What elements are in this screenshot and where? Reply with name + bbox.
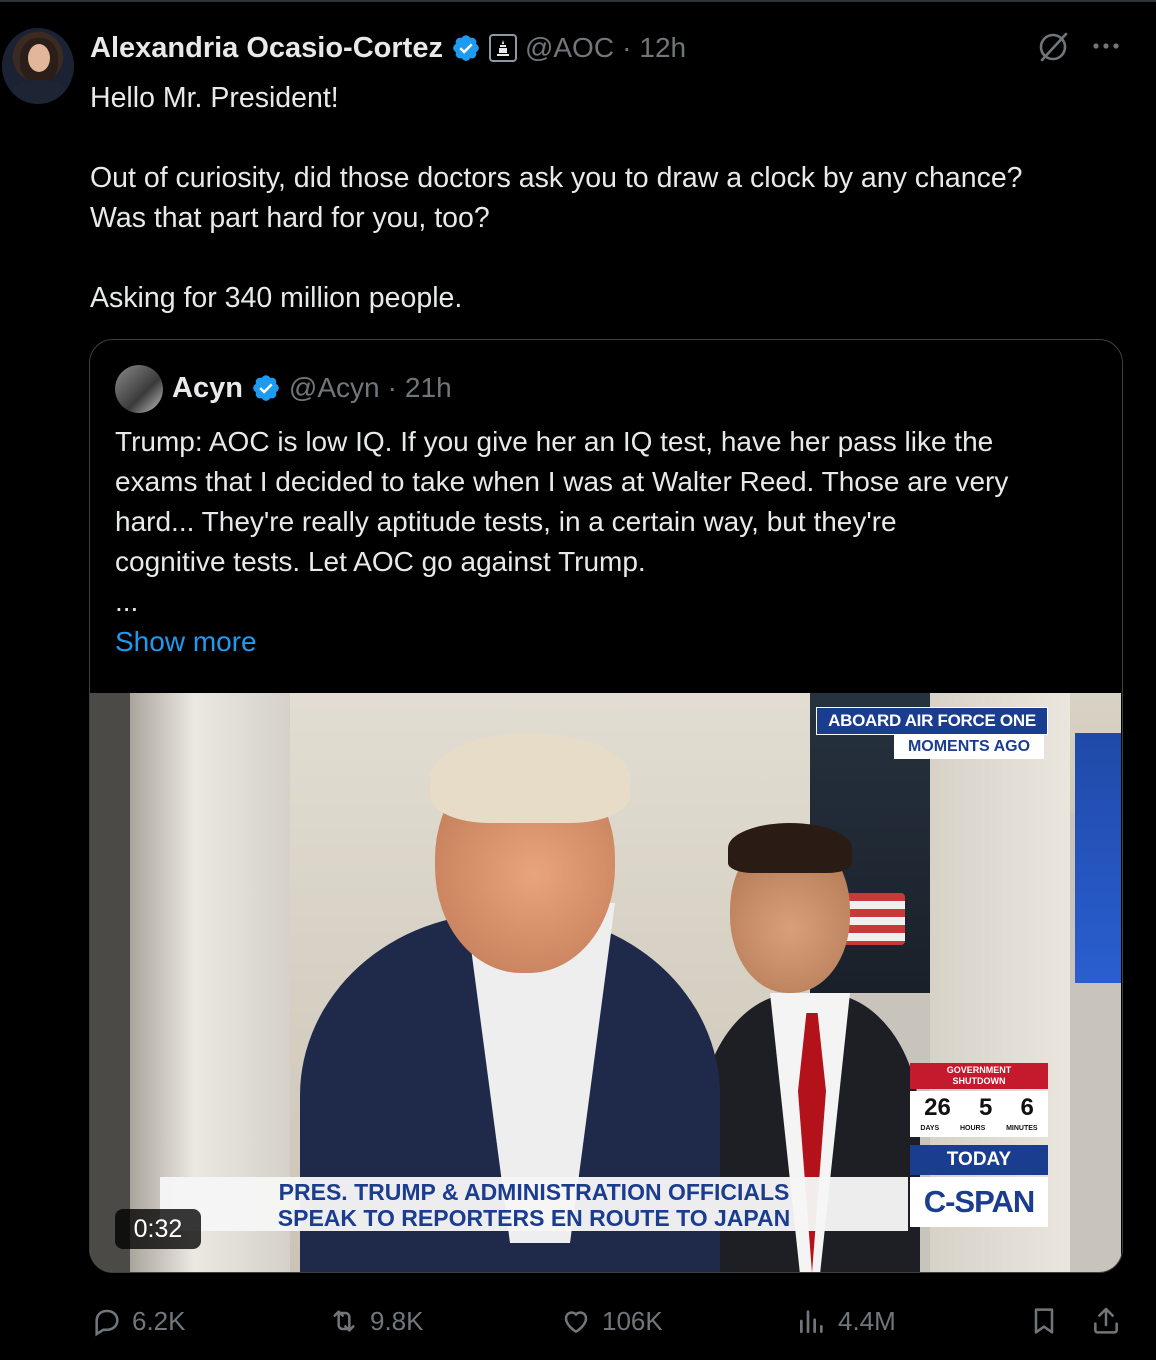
quoted-text-line: exams that I decided to take when I was … bbox=[115, 466, 1009, 497]
lower-third-line: SPEAK TO REPORTERS EN ROUTE TO JAPAN bbox=[277, 1205, 791, 1231]
post-text-line: Out of curiosity, did those doctors ask … bbox=[90, 162, 1023, 194]
more-icon[interactable] bbox=[1088, 34, 1124, 58]
action-bar: 6.2K 9.8K 106K 4.4M bbox=[0, 1296, 1156, 1346]
quoted-post[interactable]: Acyn @Acyn · 21h Trump: AOC is low IQ. I… bbox=[89, 339, 1123, 1273]
views-button[interactable]: 4.4M bbox=[796, 1296, 896, 1346]
reply-icon bbox=[95, 1309, 119, 1337]
shutdown-label: GOVERNMENT SHUTDOWN bbox=[910, 1063, 1048, 1089]
quoted-text-ellipsis: ... bbox=[115, 586, 139, 617]
repost-button[interactable]: 9.8K bbox=[328, 1296, 424, 1346]
bookmark-icon bbox=[1034, 1308, 1054, 1334]
post-text-line: Was that part hard for you, too? bbox=[90, 202, 490, 234]
today-label: TODAY bbox=[910, 1145, 1048, 1175]
quoted-post-header: Acyn @Acyn · 21h bbox=[172, 366, 452, 410]
shutdown-hours: 5 bbox=[978, 1094, 993, 1121]
shutdown-minutes: 6 bbox=[1020, 1094, 1034, 1121]
lower-third-line: PRES. TRUMP & ADMINISTRATION OFFICIALS bbox=[278, 1179, 790, 1205]
top-divider bbox=[0, 0, 1156, 2]
like-count: 106K bbox=[602, 1305, 663, 1336]
separator-dot: · bbox=[387, 372, 397, 403]
shutdown-label-line: GOVERNMENT bbox=[946, 1065, 1012, 1075]
quoted-post-text: Trump: AOC is low IQ. If you give her an… bbox=[115, 422, 1105, 622]
quoted-text-line: Trump: AOC is low IQ. If you give her an… bbox=[115, 426, 994, 457]
video-duration: 0:32 bbox=[115, 1209, 201, 1249]
capitol-badge-icon bbox=[488, 34, 517, 62]
like-button[interactable]: 106K bbox=[560, 1296, 663, 1346]
verified-badge-icon bbox=[253, 375, 279, 401]
minutes-label: MINUTES bbox=[1006, 1125, 1038, 1132]
repost-icon bbox=[333, 1310, 355, 1332]
chyron-location: ABOARD AIR FORCE ONE bbox=[816, 707, 1048, 735]
quoted-author-name[interactable]: Acyn bbox=[172, 372, 243, 405]
author-handle[interactable]: @AOC bbox=[525, 32, 614, 64]
views-icon bbox=[800, 1310, 823, 1333]
days-label: DAYS bbox=[920, 1125, 940, 1132]
grok-icon[interactable] bbox=[1036, 30, 1070, 64]
post-text-line: Asking for 340 million people. bbox=[90, 282, 463, 314]
verified-badge-icon bbox=[453, 35, 479, 61]
reply-button[interactable]: 6.2K bbox=[90, 1296, 186, 1346]
video-player[interactable]: ABOARD AIR FORCE ONE MOMENTS AGO GOVERNM… bbox=[90, 693, 1121, 1272]
network-logo: C-SPAN bbox=[910, 1177, 1048, 1227]
quoted-post-time[interactable]: 21h bbox=[405, 372, 452, 404]
repost-count: 9.8K bbox=[370, 1305, 424, 1336]
views-count: 4.4M bbox=[838, 1305, 896, 1336]
post-header: Alexandria Ocasio-Cortez @AOC · 12h bbox=[90, 26, 686, 70]
quoted-author-handle[interactable]: @Acyn bbox=[289, 372, 380, 404]
shutdown-days: 26 bbox=[924, 1094, 951, 1121]
post-text: Hello Mr. President! Out of curiosity, d… bbox=[90, 78, 1130, 318]
quoted-text-line: hard... They're really aptitude tests, i… bbox=[115, 506, 897, 537]
hours-label: HOURS bbox=[960, 1125, 986, 1132]
share-icon bbox=[1094, 1307, 1118, 1334]
post-text-line: Hello Mr. President! bbox=[90, 82, 339, 114]
chyron-timing: MOMENTS AGO bbox=[894, 735, 1044, 759]
quoted-text-line: cognitive tests. Let AOC go against Trum… bbox=[115, 546, 646, 577]
quoted-author-avatar[interactable] bbox=[115, 365, 163, 413]
author-name[interactable]: Alexandria Ocasio-Cortez bbox=[90, 32, 443, 65]
separator-dot: · bbox=[622, 32, 632, 63]
lower-third-caption: PRES. TRUMP & ADMINISTRATION OFFICIALS S… bbox=[160, 1177, 908, 1231]
reply-count: 6.2K bbox=[132, 1305, 186, 1336]
show-more-link[interactable]: Show more bbox=[115, 622, 257, 662]
shutdown-label-line: SHUTDOWN bbox=[952, 1076, 1006, 1086]
bookmark-button[interactable] bbox=[1028, 1296, 1060, 1346]
author-avatar[interactable] bbox=[2, 28, 74, 104]
like-icon bbox=[564, 1311, 588, 1334]
post-time[interactable]: 12h bbox=[639, 32, 686, 64]
share-button[interactable] bbox=[1090, 1296, 1122, 1346]
shutdown-counter-labels: DAYS HOURS MINUTES bbox=[910, 1125, 1048, 1137]
